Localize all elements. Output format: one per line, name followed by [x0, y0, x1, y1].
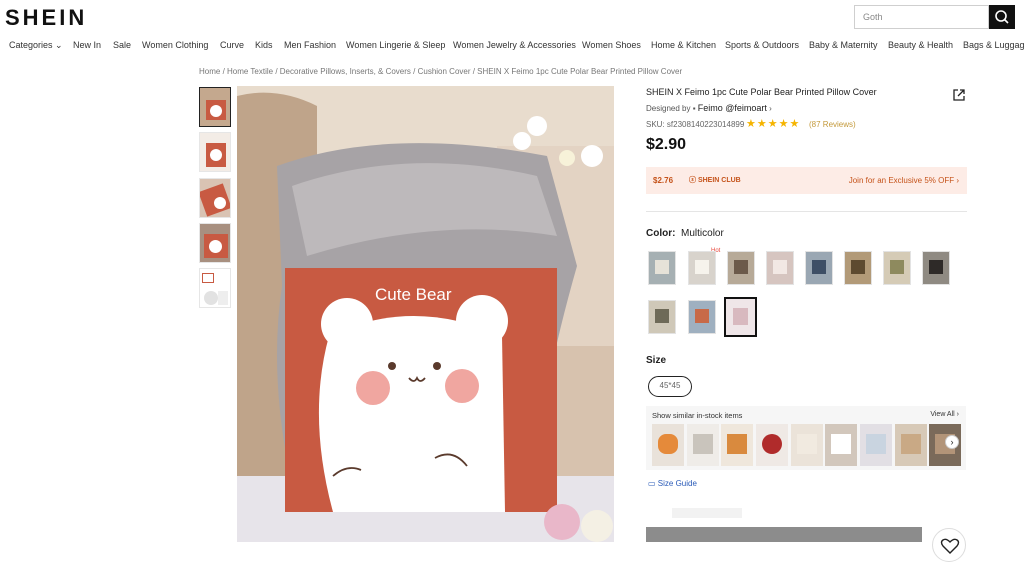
similar-item[interactable] — [895, 424, 927, 466]
nav-item-women-jewelry[interactable]: Women Jewelry & Accessories — [453, 40, 576, 50]
color-swatch[interactable] — [922, 251, 950, 285]
nav-item-categories[interactable]: Categories ⌄ — [9, 40, 63, 51]
color-swatch[interactable] — [688, 300, 716, 334]
gallery-thumbnail[interactable] — [199, 132, 231, 172]
gallery-thumbnail[interactable] — [199, 178, 231, 218]
product-title: SHEIN X Feimo 1pc Cute Polar Bear Printe… — [646, 87, 877, 97]
color-swatch[interactable] — [727, 251, 755, 285]
designed-by-label: Designed by — [646, 104, 691, 113]
color-swatch-selected[interactable] — [724, 297, 757, 337]
view-all-link[interactable]: View All › — [930, 411, 959, 418]
pillow-illustration: Cute Bear — [237, 86, 614, 542]
heart-icon — [940, 538, 960, 554]
ruler-icon: ▭ — [648, 479, 658, 488]
nav-item-bags-luggage[interactable]: Bags & Luggage — [963, 40, 1024, 50]
designer-info[interactable]: Designed by ▪ Feimo @feimoart › — [646, 103, 772, 113]
main-product-image[interactable]: Cute Bear — [237, 86, 614, 542]
club-join-link[interactable]: Join for an Exclusive 5% OFF › — [849, 176, 959, 185]
divider — [646, 211, 967, 212]
color-label: Color: Multicolor — [646, 228, 724, 239]
nav-item-women-lingerie[interactable]: Women Lingerie & Sleep — [346, 40, 445, 50]
nav-item-curve[interactable]: Curve — [220, 40, 244, 50]
search-input[interactable]: Goth — [854, 5, 989, 29]
nav-item-men-fashion[interactable]: Men Fashion — [284, 40, 336, 50]
color-swatch[interactable] — [766, 251, 794, 285]
size-option[interactable]: 45*45 — [648, 376, 692, 397]
share-icon[interactable] — [953, 88, 965, 101]
nav-item-beauty-health[interactable]: Beauty & Health — [888, 40, 953, 50]
similar-item[interactable] — [756, 424, 788, 466]
designer-name[interactable]: Feimo @feimoart — [698, 103, 767, 113]
gallery-thumbnail[interactable] — [199, 268, 231, 308]
header: SHEIN Goth — [0, 0, 1024, 36]
nav-item-women-clothing[interactable]: Women Clothing — [142, 40, 208, 50]
nav-item-sports-outdoors[interactable]: Sports & Outdoors — [725, 40, 799, 50]
chevron-right-icon[interactable]: › — [945, 435, 959, 449]
shein-club-banner[interactable]: $2.76 ⓢ SHEIN CLUB Join for an Exclusive… — [646, 167, 967, 194]
color-swatch[interactable] — [648, 251, 676, 285]
nav-item-kids[interactable]: Kids — [255, 40, 273, 50]
sold-out-button[interactable] — [646, 527, 922, 542]
similar-item[interactable] — [652, 424, 684, 466]
category-nav: Categories ⌄ New In Sale Women Clothing … — [0, 40, 1024, 54]
color-value: Multicolor — [681, 228, 724, 239]
nav-item-new-in[interactable]: New In — [73, 40, 101, 50]
breadcrumb[interactable]: Home / Home Textile / Decorative Pillows… — [199, 67, 682, 76]
rating-stars: ★★★★★ — [746, 118, 801, 130]
search-icon — [995, 10, 1009, 24]
nav-item-baby-maternity[interactable]: Baby & Maternity — [809, 40, 878, 50]
color-swatch[interactable] — [883, 251, 911, 285]
similar-items-panel: Show similar in-stock items View All › › — [646, 406, 966, 470]
similar-item[interactable] — [791, 424, 823, 466]
color-swatch[interactable] — [805, 251, 833, 285]
nav-item-women-shoes[interactable]: Women Shoes — [582, 40, 641, 50]
color-swatch[interactable] — [688, 251, 716, 285]
search-button[interactable] — [989, 5, 1015, 29]
pillow-print-text: Cute Bear — [375, 285, 452, 304]
similar-item[interactable] — [721, 424, 753, 466]
wishlist-button[interactable] — [932, 528, 966, 562]
club-price: $2.76 — [653, 176, 674, 185]
similar-item[interactable] — [825, 424, 857, 466]
shein-logo[interactable]: SHEIN — [5, 5, 87, 31]
similar-item[interactable] — [860, 424, 892, 466]
similar-item[interactable] — [687, 424, 719, 466]
gallery-thumbnail[interactable] — [199, 223, 231, 263]
nav-item-home-kitchen[interactable]: Home & Kitchen — [651, 40, 716, 50]
quantity-stepper[interactable] — [672, 508, 742, 518]
similar-items-title: Show similar in-stock items — [652, 411, 743, 420]
size-guide-link[interactable]: ▭ Size Guide — [648, 479, 697, 488]
color-swatch[interactable] — [844, 251, 872, 285]
chevron-right-icon: › — [769, 104, 772, 113]
gallery-thumbnail[interactable] — [199, 87, 231, 127]
product-price: $2.90 — [646, 136, 687, 153]
nav-item-sale[interactable]: Sale — [113, 40, 131, 50]
sku-text: SKU: sf2308140223014899 — [646, 120, 745, 129]
color-swatch[interactable] — [648, 300, 676, 334]
size-label: Size — [646, 355, 667, 366]
reviews-link[interactable]: (87 Reviews) — [809, 120, 856, 129]
club-icon: ⓢ — [689, 177, 698, 184]
club-badge: ⓢ SHEIN CLUB — [689, 177, 741, 184]
